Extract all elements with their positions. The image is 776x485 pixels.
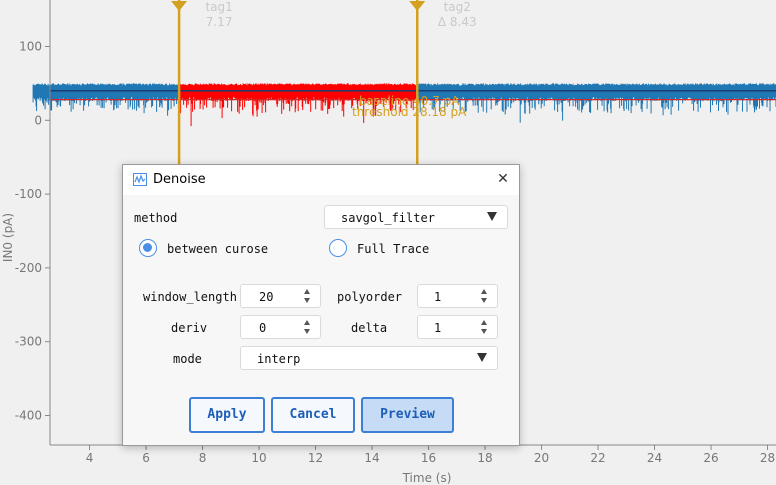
x-tick-label: 14	[364, 451, 379, 465]
deriv-spinbox[interactable]: 0	[240, 315, 321, 339]
radio-between-curose[interactable]	[139, 239, 157, 257]
waveform-icon	[133, 173, 147, 186]
window-length-spinbox[interactable]: 20	[240, 284, 321, 308]
x-tick-label: 22	[590, 451, 605, 465]
x-tick-label: 28	[760, 451, 775, 465]
dialog-titlebar: Denoise ✕	[123, 165, 519, 195]
method-select[interactable]: savgol_filter	[324, 205, 508, 229]
y-tick-label: -200	[15, 261, 42, 275]
x-tick-label: 10	[251, 451, 266, 465]
cursor-value: Δ 8.43	[438, 15, 477, 29]
x-axis-label: Time (s)	[402, 471, 452, 485]
radio-full-label: Full Trace	[357, 242, 430, 256]
polyorder-label: polyorder	[337, 290, 403, 304]
chevron-down-icon	[487, 212, 497, 221]
delta-value: 1	[434, 321, 442, 335]
spin-up-icon[interactable]	[304, 320, 310, 325]
window-length-label: window_length	[143, 290, 237, 304]
x-tick-label: 26	[703, 451, 718, 465]
apply-button[interactable]: Apply	[189, 397, 265, 433]
spin-down-icon[interactable]	[481, 329, 487, 334]
spin-down-icon[interactable]	[304, 298, 310, 303]
window-length-value: 20	[259, 290, 274, 304]
mode-label: mode	[173, 352, 202, 366]
x-tick-label: 4	[86, 451, 94, 465]
dialog-title: Denoise	[153, 172, 206, 187]
spin-up-icon[interactable]	[304, 289, 310, 294]
spin-down-icon[interactable]	[481, 298, 487, 303]
denoise-dialog: Denoise ✕ method savgol_filter between c…	[122, 164, 520, 446]
deriv-label: deriv	[171, 321, 208, 335]
radio-full-trace[interactable]	[329, 239, 347, 257]
spin-up-icon[interactable]	[481, 289, 487, 294]
close-button[interactable]: ✕	[493, 169, 513, 189]
y-tick-label: 100	[19, 39, 42, 53]
radio-between-label: between curose	[167, 242, 269, 256]
y-tick-label: -300	[15, 335, 42, 349]
mode-value: interp	[257, 352, 301, 366]
annotations: baseline 40.7 pAthreshold 28.18 pA	[352, 94, 467, 119]
polyorder-value: 1	[434, 290, 442, 304]
delta-label: delta	[351, 321, 388, 335]
y-tick-label: 0	[34, 113, 42, 127]
y-tick-label: -100	[15, 187, 42, 201]
preview-button[interactable]: Preview	[361, 397, 454, 433]
chevron-down-icon	[477, 353, 487, 362]
deriv-value: 0	[259, 321, 267, 335]
y-tick-label: -400	[15, 408, 42, 422]
polyorder-spinbox[interactable]: 1	[417, 284, 498, 308]
annotation-text: threshold 28.18 pA	[352, 105, 467, 119]
spin-up-icon[interactable]	[481, 320, 487, 325]
x-tick-label: 20	[534, 451, 549, 465]
method-label: method	[134, 211, 178, 225]
radio-selected-dot	[143, 243, 152, 252]
x-tick-label: 8	[199, 451, 207, 465]
cursor-value: 7.17	[206, 15, 233, 29]
x-tick-label: 6	[142, 451, 150, 465]
x-tick-label: 24	[647, 451, 662, 465]
mode-select[interactable]: interp	[240, 346, 498, 370]
method-value: savgol_filter	[341, 211, 435, 225]
close-icon: ✕	[497, 171, 509, 187]
x-tick-label: 18	[477, 451, 492, 465]
spin-down-icon[interactable]	[304, 329, 310, 334]
delta-spinbox[interactable]: 1	[417, 315, 498, 339]
cancel-button[interactable]: Cancel	[271, 397, 355, 433]
x-tick-label: 12	[308, 451, 323, 465]
cursor-name: tag1	[205, 0, 232, 14]
y-axis-label: IN0 (pA)	[1, 213, 15, 262]
cursor-name: tag2	[444, 0, 471, 14]
x-tick-label: 16	[421, 451, 436, 465]
